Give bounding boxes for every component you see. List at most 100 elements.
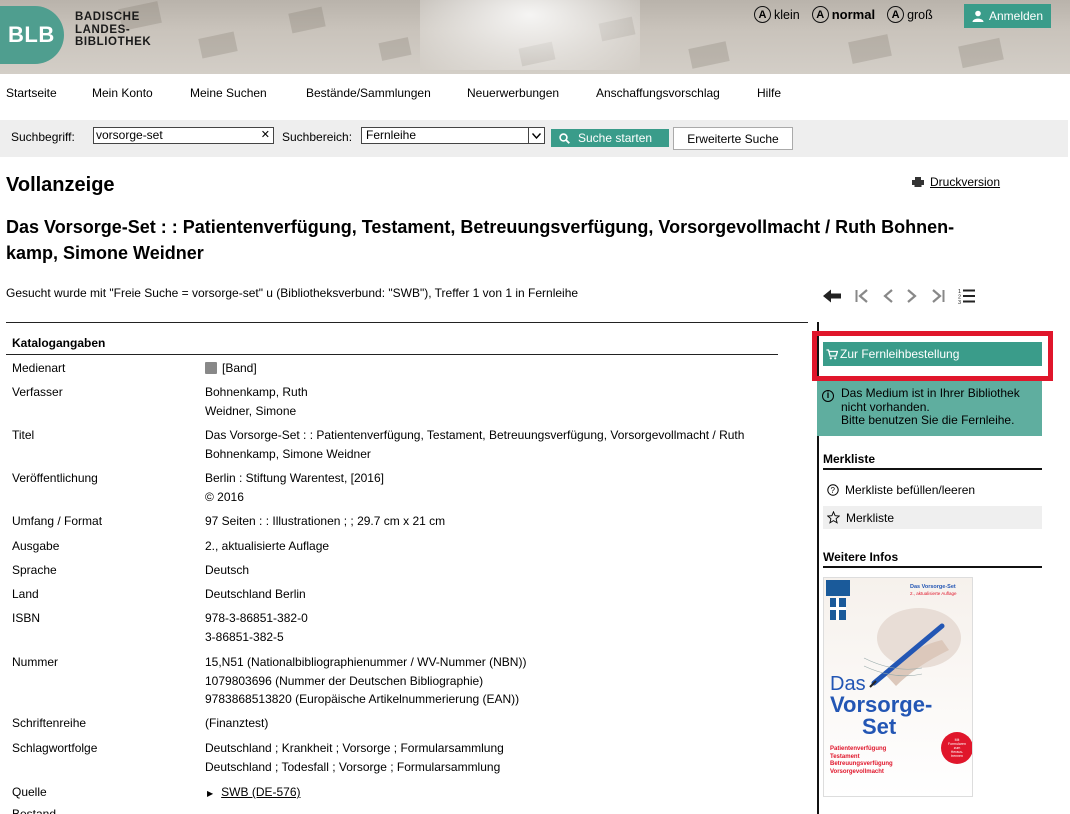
notice-line: Das Medium ist in Ihrer Bibliothek	[841, 386, 1020, 400]
main-nav: Startseite Mein Konto Meine Suchen Bestä…	[0, 74, 1068, 111]
catalog-key: Nummer	[12, 655, 59, 669]
catalog-value-line: Berlin : Stiftung Warentest, [2016]	[205, 471, 384, 485]
print-version-link[interactable]: Druckversion	[930, 175, 1000, 189]
catalog-key: Schriftenreihe	[12, 716, 87, 730]
author-link[interactable]: Weidner, Simone	[205, 402, 785, 421]
nav-item-hilfe[interactable]: Hilfe	[757, 86, 781, 100]
logo-line: BADISCHE	[75, 11, 140, 23]
banner-decoration	[688, 41, 730, 69]
logo-line: LANDES-	[75, 23, 131, 36]
catalog-value: Deutsch	[205, 563, 250, 577]
chevron-down-icon	[528, 127, 544, 144]
nav-item-anschaffungsvorschlag[interactable]: Anschaffungsvorschlag	[596, 86, 720, 100]
catalog-value: Bohnenkamp, Ruth Weidner, Simone	[205, 383, 785, 420]
question-icon: ?	[827, 483, 839, 496]
search-button-label: Suche starten	[578, 131, 653, 145]
record-title-line: kamp, Simone Weidner	[6, 243, 204, 263]
result-list-icon[interactable]: 1 2 3	[958, 287, 976, 305]
font-size-small[interactable]: A klein	[754, 6, 800, 23]
cover-subtitle: Testament	[830, 753, 860, 760]
nav-item-bestaende[interactable]: Bestände/Sammlungen	[306, 86, 431, 100]
author-link[interactable]: Bohnenkamp, Ruth	[205, 383, 785, 402]
catalog-value-line: 1079803696 (Nummer der Deutschen Bibliog…	[205, 673, 484, 688]
catalog-value-line: © 2016	[205, 489, 244, 504]
catalog-value: 15,N51 (Nationalbibliographienummer / WV…	[205, 653, 785, 709]
nav-item-startseite[interactable]: Startseite	[6, 86, 57, 100]
catalog-value: Deutschland Berlin	[205, 587, 306, 601]
catalog-value: 978-3-86851-382-0 3-86851-382-5	[205, 609, 785, 646]
clear-icon[interactable]: ✕	[261, 128, 270, 143]
catalog-value-line: 9783868513820 (Europäische Artikelnummer…	[205, 692, 520, 706]
notice-line: Bitte benutzen Sie die Fernleihe.	[841, 413, 1015, 427]
availability-notice: i Das Medium ist in Ihrer Bibliothek nic…	[817, 381, 1042, 436]
catalog-key: Ausgabe	[12, 539, 60, 553]
catalog-key: Schlagwortfolge	[12, 741, 98, 755]
catalog-key: Land	[12, 587, 39, 601]
cover-subtitle: Patientenverfügung	[830, 746, 887, 752]
page-title: Vollanzeige	[6, 174, 115, 196]
cover-subtitle: Betreuungsverfügung	[830, 761, 893, 767]
merkliste-label: Merkliste	[846, 510, 895, 525]
catalog-value: 97 Seiten : : Illustrationen ; ; 29.7 cm…	[205, 514, 446, 528]
search-area-select[interactable]: Fernleihe	[361, 127, 545, 144]
nav-item-neuerwerbungen[interactable]: Neuerwerbungen	[467, 86, 559, 100]
record-title-line: Das Vorsorge-Set : : Patientenverfügung,…	[6, 217, 955, 237]
svg-text:3: 3	[958, 300, 961, 305]
search-input-value: vorsorge-set	[96, 128, 163, 142]
banner-decoration	[288, 6, 326, 34]
font-size-normal[interactable]: A normal	[811, 6, 875, 23]
font-size-label: groß	[907, 7, 933, 22]
media-type: [Band]	[222, 361, 257, 375]
catalog-value-line: Bohnenkamp, Simone Weidner	[205, 446, 371, 461]
logo-abbr: BLB	[8, 22, 55, 47]
last-page-icon[interactable]	[930, 288, 946, 304]
catalog-key: Verfasser	[12, 385, 63, 399]
banner-decoration	[848, 34, 892, 64]
merkliste-fill-link[interactable]: ? Merkliste befüllen/leeren	[823, 478, 1042, 501]
catalog-key: Umfang / Format	[12, 514, 103, 528]
merkliste-heading: Merkliste	[823, 452, 876, 466]
divider	[823, 468, 1042, 470]
cover-subtitle: Vorsorgevollmacht	[830, 768, 884, 775]
book-cover-image[interactable]: Das Vorsorge-Set 2., aktualisierte Aufla…	[823, 577, 973, 797]
logo[interactable]: BLB	[0, 6, 64, 64]
catalog-key: ISBN	[12, 611, 41, 625]
nav-item-meine-suchen[interactable]: Meine Suchen	[190, 86, 267, 100]
subject-chain-link[interactable]: Deutschland ; Krankheit ; Vorsorge ; For…	[205, 739, 785, 758]
font-a-icon: A	[754, 6, 771, 23]
cover-edition: 2., aktualisierte Auflage	[910, 591, 957, 596]
subject-chain-link[interactable]: Deutschland ; Todesfall ; Vorsorge ; For…	[205, 758, 785, 777]
cover-badge: Mit Formularen zum Heraus-trennen	[948, 738, 966, 758]
catalog-value: [Band]	[205, 359, 785, 378]
cover-word: Das	[830, 673, 866, 695]
series-link[interactable]: (Finanztest)	[205, 714, 785, 733]
font-size-large[interactable]: A groß	[887, 6, 933, 23]
logo-line: BIBLIOTHEK	[75, 36, 152, 48]
search-input[interactable]: vorsorge-set ✕	[93, 127, 274, 144]
logo-text[interactable]: BADISCHE LANDES- BIBLIOTHEK	[75, 11, 151, 49]
next-page-icon[interactable]	[906, 288, 918, 304]
cover-word: Set	[862, 714, 897, 739]
source-link[interactable]: SWB (DE-576)	[221, 785, 300, 799]
catalog-key: Titel	[12, 428, 35, 442]
order-button-label: Zur Fernleihbestellung	[840, 347, 960, 361]
login-button[interactable]: Anmelden	[964, 4, 1051, 28]
font-a-icon: A	[811, 6, 829, 23]
previous-page-icon[interactable]	[882, 288, 894, 304]
back-arrow-icon[interactable]	[822, 288, 842, 304]
interlibrary-loan-order-button[interactable]: Zur Fernleihbestellung	[823, 342, 1042, 366]
catalog-value: Das Vorsorge-Set : : Patientenverfügung,…	[205, 426, 785, 463]
search-button[interactable]: Suche starten	[551, 129, 669, 147]
catalog-key: Veröffentlichung	[12, 471, 98, 485]
search-term-label: Suchbegriff:	[11, 130, 75, 144]
triangle-right-icon: ▶	[207, 789, 214, 798]
nav-item-mein-konto[interactable]: Mein Konto	[92, 86, 153, 100]
first-page-icon[interactable]	[854, 288, 870, 304]
merkliste-link[interactable]: Merkliste	[823, 506, 1042, 529]
advanced-search-button[interactable]: Erweiterte Suche	[673, 127, 793, 150]
further-info-heading: Weitere Infos	[823, 550, 899, 564]
result-pager: 1 2 3	[822, 287, 976, 305]
divider	[6, 322, 808, 323]
catalog-value: ▶ SWB (DE-576)	[205, 783, 785, 804]
user-icon	[972, 10, 984, 22]
